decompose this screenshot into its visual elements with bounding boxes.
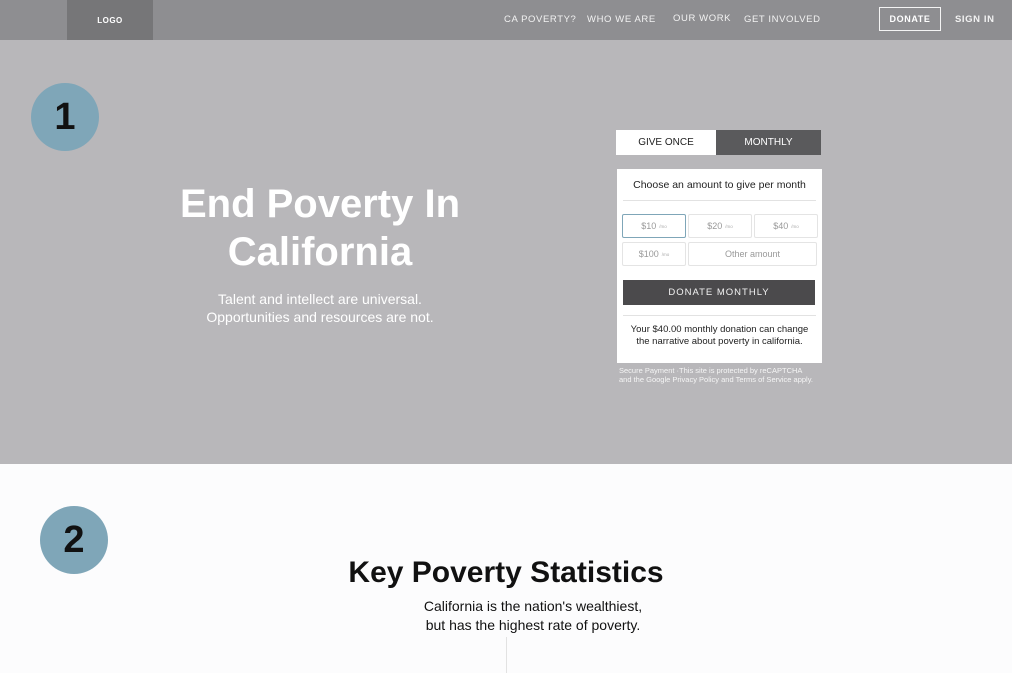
hero-subtitle-line1: Talent and intellect are universal. (218, 291, 422, 307)
hero-title: End Poverty In California (179, 182, 461, 274)
top-navbar: LOGO CA POVERTY? WHO WE ARE OUR WORK GET… (0, 0, 1012, 40)
hero-subtitle: Talent and intellect are universal. Oppo… (170, 290, 470, 326)
amount-option-10[interactable]: $10/mo (622, 214, 686, 238)
amount-option-40[interactable]: $40/mo (754, 214, 818, 238)
amount-value: $40 (773, 221, 789, 231)
amount-value: $20 (707, 221, 723, 231)
sign-in-link[interactable]: SIGN IN (955, 14, 995, 25)
tab-give-once[interactable]: GIVE ONCE (616, 130, 716, 155)
secure-payment-note: Secure Payment ·This site is protected b… (619, 366, 829, 384)
donation-heading: Choose an amount to give per month (633, 179, 806, 191)
site-logo[interactable]: LOGO (67, 0, 153, 40)
donate-monthly-button[interactable]: DONATE MONTHLY (623, 280, 815, 305)
other-amount-input[interactable]: Other amount (688, 242, 817, 266)
tab-monthly[interactable]: MONTHLY (716, 130, 821, 155)
impact-line1: Your $40.00 monthly donation can change (630, 324, 809, 335)
stats-subtitle-line2: but has the highest rate of poverty. (425, 617, 641, 633)
amount-value: $10 (641, 221, 657, 231)
per-month-suffix: /mo (791, 223, 799, 229)
stats-subtitle: California is the nation's wealthiest, b… (383, 597, 683, 635)
nav-link-get-involved[interactable]: GET INVOLVED (744, 14, 821, 25)
vertical-divider (506, 637, 507, 673)
per-month-suffix: /mo (659, 223, 667, 229)
per-month-suffix: /mo (725, 223, 733, 229)
donation-impact-text: Your $40.00 monthly donation can change … (617, 324, 822, 348)
divider (623, 315, 816, 316)
nav-link-ca-poverty[interactable]: CA POVERTY? (504, 14, 576, 25)
impact-line2: the narrative about poverty in californi… (636, 336, 803, 347)
section-badge-1: 1 (31, 83, 99, 151)
hero-subtitle-line2: Opportunities and resources are not. (206, 309, 434, 325)
amount-option-100[interactable]: $100/mo (622, 242, 686, 266)
donate-button[interactable]: DONATE (879, 7, 941, 31)
amount-value: $100 (638, 249, 659, 259)
secure-line2: and the Google Privacy Policy and Terms … (619, 374, 813, 384)
stats-title: Key Poverty Statistics (348, 556, 664, 589)
per-month-suffix: /mo (661, 251, 670, 257)
amount-option-20[interactable]: $20/mo (688, 214, 752, 238)
stats-subtitle-line1: California is the nation's wealthiest, (423, 598, 643, 614)
donation-card: Choose an amount to give per month $10/m… (617, 169, 822, 363)
nav-link-who-we-are[interactable]: WHO WE ARE (587, 14, 656, 25)
divider (623, 200, 816, 201)
nav-link-our-work[interactable]: OUR WORK (673, 13, 731, 24)
